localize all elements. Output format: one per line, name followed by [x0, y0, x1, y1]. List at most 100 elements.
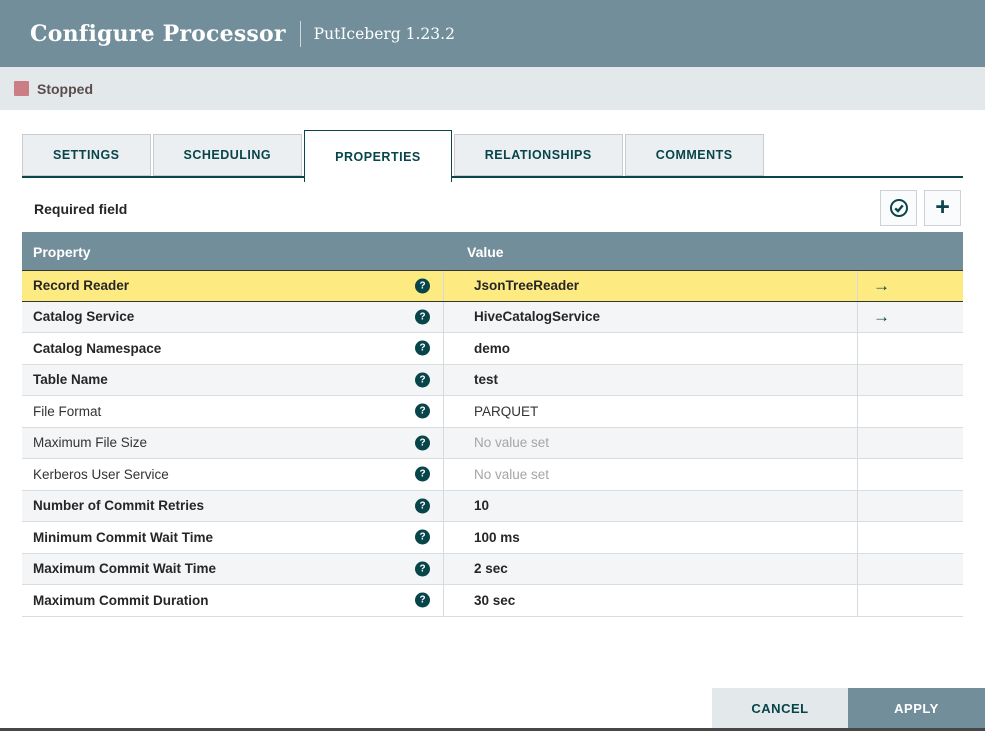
question-circle-icon[interactable]: ?	[415, 403, 430, 419]
tab-settings[interactable]: SETTINGS	[22, 134, 151, 176]
verify-properties-button[interactable]	[880, 190, 917, 226]
property-cell: Maximum Commit Wait Time ?	[22, 553, 444, 584]
property-name: Table Name	[33, 372, 108, 388]
property-name: Maximum Commit Wait Time	[33, 561, 217, 577]
value-cell[interactable]: test	[444, 364, 858, 395]
actions-cell	[858, 491, 963, 522]
value-cell[interactable]: No value set	[444, 459, 858, 490]
question-circle-icon[interactable]: ?	[415, 309, 430, 325]
properties-table-body: Record Reader ? JsonTreeReader → Catalog…	[22, 270, 963, 617]
question-circle-icon[interactable]: ?	[415, 498, 430, 514]
value-cell[interactable]: HiveCatalogService	[444, 301, 858, 332]
stopped-status-icon	[14, 81, 29, 96]
property-cell: Table Name ?	[22, 364, 444, 395]
table-row[interactable]: Number of Commit Retries ? 10	[22, 490, 963, 522]
actions-cell	[858, 365, 963, 396]
question-circle-icon[interactable]: ?	[415, 561, 430, 577]
property-name: Record Reader	[33, 278, 130, 294]
property-value: test	[474, 372, 499, 388]
required-field-label: Required field	[34, 201, 128, 217]
check-circle-icon	[889, 198, 909, 218]
property-name: Number of Commit Retries	[33, 498, 205, 514]
plus-icon: +	[935, 192, 950, 221]
value-cell[interactable]: 10	[444, 490, 858, 521]
property-value: 100 ms	[474, 529, 520, 545]
actions-cell	[858, 428, 963, 459]
property-value: No value set	[474, 466, 550, 482]
value-cell[interactable]: 100 ms	[444, 522, 858, 553]
add-property-button[interactable]: +	[924, 190, 961, 226]
property-cell: Kerberos User Service ?	[22, 459, 444, 490]
value-cell[interactable]: 2 sec	[444, 553, 858, 584]
question-circle-icon[interactable]: ?	[415, 466, 430, 482]
property-name: Kerberos User Service	[33, 466, 169, 482]
actions-cell	[858, 333, 963, 364]
question-circle-icon[interactable]: ?	[415, 529, 430, 545]
actions-cell	[858, 522, 963, 553]
property-name: Minimum Commit Wait Time	[33, 529, 214, 545]
property-cell: Catalog Service ?	[22, 301, 444, 332]
property-cell: Maximum Commit Duration ?	[22, 585, 444, 616]
go-to-service-icon[interactable]: →	[873, 277, 890, 294]
actions-cell	[858, 585, 963, 616]
table-header: Property Value	[22, 232, 963, 271]
table-row[interactable]: Minimum Commit Wait Time ? 100 ms	[22, 522, 963, 554]
value-cell[interactable]: PARQUET	[444, 396, 858, 427]
tab-label: SCHEDULING	[183, 148, 272, 162]
tab-properties[interactable]: PROPERTIES	[304, 130, 452, 182]
tab-bar: SETTINGS SCHEDULING PROPERTIES RELATIONS…	[22, 130, 963, 182]
property-name: Maximum File Size	[33, 435, 148, 451]
property-cell: Catalog Namespace ?	[22, 333, 444, 364]
value-cell[interactable]: No value set	[444, 427, 858, 458]
value-column-header: Value	[467, 243, 504, 260]
property-value: 2 sec	[474, 561, 508, 577]
table-row[interactable]: File Format ? PARQUET	[22, 396, 963, 428]
table-row[interactable]: Catalog Service ? HiveCatalogService →	[22, 301, 963, 333]
tab-relationships[interactable]: RELATIONSHIPS	[453, 134, 623, 176]
table-row[interactable]: Catalog Namespace ? demo	[22, 333, 963, 365]
property-name: File Format	[33, 403, 102, 419]
go-to-service-icon[interactable]: →	[873, 308, 890, 325]
tab-underline	[22, 176, 963, 178]
property-cell: Number of Commit Retries ?	[22, 490, 444, 521]
value-cell[interactable]: JsonTreeReader	[444, 271, 858, 301]
property-name: Maximum Commit Duration	[33, 592, 209, 608]
title-separator	[299, 20, 301, 47]
actions-cell	[858, 396, 963, 427]
property-cell: File Format ?	[22, 396, 444, 427]
tab-label: PROPERTIES	[335, 149, 421, 164]
property-cell: Record Reader ?	[22, 271, 444, 301]
apply-button[interactable]: APPLY	[848, 688, 985, 728]
property-name: Catalog Service	[33, 309, 135, 325]
tab-label: SETTINGS	[53, 148, 120, 162]
property-value: JsonTreeReader	[474, 278, 580, 294]
property-value: PARQUET	[474, 403, 539, 419]
tab-comments[interactable]: COMMENTS	[624, 134, 764, 176]
cancel-button[interactable]: CANCEL	[712, 688, 848, 728]
table-row[interactable]: Kerberos User Service ? No value set	[22, 459, 963, 491]
actions-cell	[858, 459, 963, 490]
property-value: No value set	[474, 435, 550, 451]
question-circle-icon[interactable]: ?	[415, 592, 430, 608]
tab-label: COMMENTS	[655, 148, 733, 162]
question-circle-icon[interactable]: ?	[415, 340, 430, 356]
value-cell[interactable]: 30 sec	[444, 585, 858, 616]
table-row[interactable]: Maximum Commit Duration ? 30 sec	[22, 585, 963, 617]
status-bar: Stopped	[0, 67, 985, 110]
value-cell[interactable]: demo	[444, 333, 858, 364]
tab-scheduling[interactable]: SCHEDULING	[152, 134, 303, 176]
property-name: Catalog Namespace	[33, 340, 162, 356]
properties-toolbar: +	[880, 190, 961, 226]
table-row[interactable]: Maximum Commit Wait Time ? 2 sec	[22, 553, 963, 585]
table-row[interactable]: Maximum File Size ? No value set	[22, 427, 963, 459]
property-column-header: Property	[33, 243, 91, 260]
property-cell: Minimum Commit Wait Time ?	[22, 522, 444, 553]
question-circle-icon[interactable]: ?	[415, 278, 430, 294]
table-row[interactable]: Table Name ? test	[22, 364, 963, 396]
question-circle-icon[interactable]: ?	[415, 372, 430, 388]
properties-table: Property Value Record Reader ? JsonTreeR…	[22, 232, 963, 617]
tab-label: RELATIONSHIPS	[484, 148, 592, 162]
table-row[interactable]: Record Reader ? JsonTreeReader →	[22, 270, 963, 302]
question-circle-icon[interactable]: ?	[415, 435, 430, 451]
status-label: Stopped	[37, 80, 93, 97]
